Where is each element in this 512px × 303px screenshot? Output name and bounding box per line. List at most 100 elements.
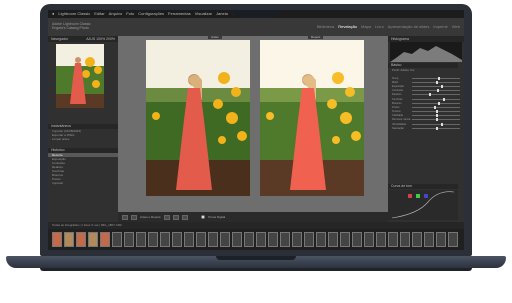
filmstrip-thumbnail[interactable] [364, 232, 374, 247]
swap-button[interactable] [164, 214, 171, 220]
filmstrip-thumbnail[interactable] [208, 232, 218, 247]
module-web[interactable]: Web [452, 24, 460, 29]
slider-knob[interactable] [443, 97, 446, 101]
filmstrip-thumbnail[interactable] [52, 232, 62, 247]
filmstrip-thumbnail[interactable] [388, 232, 398, 247]
filmstrip-thumbnail[interactable] [340, 232, 350, 247]
slider-knob[interactable] [440, 122, 443, 126]
copy-settings-button[interactable] [173, 214, 180, 220]
slider-track[interactable] [412, 84, 460, 88]
slider-knob[interactable] [438, 76, 441, 80]
filmstrip-thumbnail[interactable] [436, 232, 446, 247]
module-mapa[interactable]: Mapa [361, 24, 371, 29]
histogram [390, 42, 462, 62]
navigator-fit-options[interactable]: AJUS 100% 200% [86, 36, 118, 42]
menu-configuracoes[interactable]: Configurações [138, 10, 164, 18]
soft-proof-checkbox[interactable] [201, 215, 206, 219]
filmstrip-thumbnail[interactable] [64, 232, 74, 247]
slider-track[interactable] [412, 122, 460, 126]
filmstrip-thumbnail[interactable] [172, 232, 182, 247]
module-bar: Adobe Lightroom Classic Engeta's Catalog… [48, 18, 464, 36]
menu-visualizar[interactable]: Visualizar [195, 10, 212, 18]
slider-track[interactable] [412, 126, 460, 130]
filmstrip-thumbnail[interactable] [220, 232, 230, 247]
filmstrip-thumbnail[interactable] [112, 232, 122, 247]
loupe-view-button[interactable] [122, 214, 128, 220]
filmstrip-thumbnail[interactable] [304, 232, 314, 247]
slider-knob[interactable] [428, 93, 431, 97]
menu-editar[interactable]: Editar [94, 10, 104, 18]
module-imprimir[interactable]: Imprimir [433, 24, 447, 29]
menu-janela[interactable]: Janela [216, 10, 228, 18]
navigator-header[interactable]: Navegador AJUS 100% 200% [48, 36, 118, 42]
filmstrip-thumbnail[interactable] [268, 232, 278, 247]
menu-foto[interactable]: Foto [126, 10, 134, 18]
slider-track[interactable] [412, 89, 460, 93]
slider-knob[interactable] [436, 89, 439, 93]
after-photo[interactable] [260, 40, 364, 196]
filmstrip-thumbnail[interactable] [424, 232, 434, 247]
filmstrip-thumbnail[interactable] [280, 232, 290, 247]
filmstrip-thumbnail[interactable] [292, 232, 302, 247]
filmstrip-thumbnail[interactable] [136, 232, 146, 247]
filmstrip-thumbnail[interactable] [448, 232, 458, 247]
toggle-button[interactable] [182, 214, 189, 220]
filmstrip-thumbnail[interactable] [256, 232, 266, 247]
filmstrip-thumbnail[interactable] [88, 232, 98, 247]
slider-track[interactable] [412, 101, 460, 105]
slider-knob[interactable] [436, 126, 438, 130]
profile-selector[interactable]: Perfil: Adobe Cor [388, 68, 458, 72]
navigator-title: Navegador [51, 37, 69, 41]
navigator-photo [56, 44, 104, 108]
tone-curve-graph[interactable] [388, 190, 458, 220]
module-revelacao[interactable]: Revelação [338, 24, 357, 29]
slider-track[interactable] [412, 105, 460, 109]
tone-curve-header[interactable]: Curva de tom [388, 184, 458, 189]
before-image [146, 40, 250, 196]
menu-ferramentas[interactable]: Ferramentas [168, 10, 191, 18]
navigator-preview[interactable] [56, 44, 104, 108]
slider-track[interactable] [412, 76, 460, 80]
filmstrip-thumbnail[interactable] [376, 232, 386, 247]
slider-knob[interactable] [436, 114, 438, 118]
filmstrip-thumbnail[interactable] [244, 232, 254, 247]
after-image [260, 40, 364, 196]
apple-icon[interactable]: ● [52, 10, 54, 18]
filmstrip-thumbnail[interactable] [316, 232, 326, 247]
history-item[interactable]: Importar [48, 181, 118, 185]
slider-knob[interactable] [436, 118, 438, 122]
filmstrip-thumbnail[interactable] [412, 232, 422, 247]
before-after-button[interactable] [131, 214, 137, 220]
slider-knob[interactable] [436, 110, 438, 114]
module-livro[interactable]: Livro [375, 24, 384, 29]
module-biblioteca[interactable]: Biblioteca [317, 24, 334, 29]
filmstrip-thumbnail[interactable] [184, 232, 194, 247]
slider-track[interactable] [412, 80, 460, 84]
filmstrip-thumbnail[interactable] [100, 232, 110, 247]
filmstrip-thumbnail[interactable] [352, 232, 362, 247]
slider-knob[interactable] [436, 80, 438, 84]
slider-track[interactable] [412, 110, 460, 114]
filmstrip-thumbnail[interactable] [148, 232, 158, 247]
filmstrip-thumbnail[interactable] [232, 232, 242, 247]
menu-arquivo[interactable]: Arquivo [109, 10, 123, 18]
module-apresentacao[interactable]: Apresentação de slides [388, 24, 430, 29]
filmstrip-thumbnail[interactable] [328, 232, 338, 247]
camera-notch [232, 10, 280, 18]
filmstrip-thumbnail[interactable] [400, 232, 410, 247]
slider-knob[interactable] [440, 84, 443, 88]
menu-lightroom[interactable]: Lightroom Classic [58, 10, 90, 18]
before-photo[interactable] [146, 40, 250, 196]
filmstrip-thumbnail[interactable] [76, 232, 86, 247]
right-panel: Histograma Básico Perfil: Adobe Cor Temp… [388, 36, 464, 234]
slider-track[interactable] [412, 93, 460, 97]
slider-track[interactable] [412, 97, 460, 101]
filmstrip-thumbnail[interactable] [160, 232, 170, 247]
slider-knob[interactable] [438, 101, 441, 105]
slider-knob[interactable] [433, 105, 436, 109]
snapshot-item[interactable]: Limpar antes [48, 137, 118, 141]
slider-track[interactable] [412, 114, 460, 118]
filmstrip-thumbnail[interactable] [124, 232, 134, 247]
filmstrip-thumbnail[interactable] [196, 232, 206, 247]
slider-track[interactable] [412, 118, 460, 122]
